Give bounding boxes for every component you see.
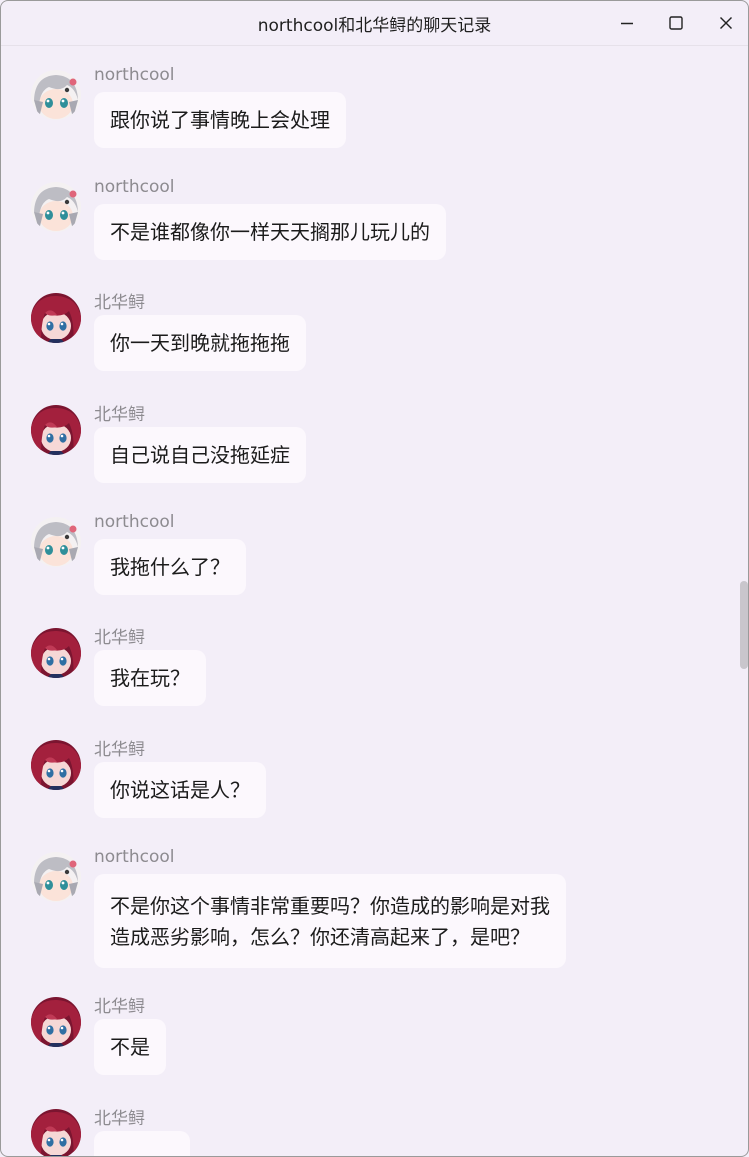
avatar[interactable]: [31, 852, 81, 902]
close-button[interactable]: [703, 1, 748, 45]
sender-name: northcool: [94, 512, 175, 532]
maximize-icon: [669, 16, 683, 30]
anime-avatar-red-hair-icon: [31, 405, 81, 455]
sender-name: 北华鲟: [94, 628, 145, 648]
sender-name: northcool: [94, 65, 175, 85]
avatar[interactable]: [31, 1109, 81, 1156]
message-bubble[interactable]: 跟你说了事情晚上会处理: [94, 92, 346, 148]
anime-avatar-silver-hair-icon: [31, 852, 81, 902]
sender-name: 北华鲟: [94, 293, 145, 313]
message-bubble[interactable]: 你说这话是人？: [94, 762, 266, 818]
sender-name: 北华鲟: [94, 1109, 145, 1129]
minimize-icon: [621, 22, 633, 25]
message-list[interactable]: northcool 跟你说了事情晚上会处理 northcool 不是谁都像你一样…: [1, 46, 748, 1156]
avatar[interactable]: [31, 517, 81, 567]
message-bubble[interactable]: 不是: [94, 1019, 166, 1075]
avatar[interactable]: [31, 405, 81, 455]
minimize-button[interactable]: [604, 1, 650, 45]
anime-avatar-red-hair-icon: [31, 628, 81, 678]
maximize-button[interactable]: [653, 1, 699, 45]
message-bubble[interactable]: 你一天到晚就拖拖拖: [94, 315, 306, 371]
message-line: 不是你这个事情非常重要吗？你造成的影响是对我: [110, 894, 550, 918]
anime-avatar-red-hair-icon: [31, 1109, 81, 1156]
anime-avatar-silver-hair-icon: [31, 182, 81, 232]
message-bubble[interactable]: 我拖什么了？: [94, 539, 246, 595]
avatar[interactable]: [31, 293, 81, 343]
close-icon: [720, 17, 732, 29]
avatar[interactable]: [31, 70, 81, 120]
message-bubble[interactable]: 我在玩？: [94, 650, 206, 706]
message-bubble[interactable]: 不是你这个事情非常重要吗？你造成的影响是对我 造成恶劣影响，怎么？你还清高起来了…: [94, 874, 566, 968]
sender-name: 北华鲟: [94, 405, 145, 425]
avatar[interactable]: [31, 997, 81, 1047]
sender-name: 北华鲟: [94, 740, 145, 760]
anime-avatar-silver-hair-icon: [31, 517, 81, 567]
scrollbar-thumb[interactable]: [740, 581, 748, 669]
message-bubble[interactable]: 不是谁都像你一样天天搁那儿玩儿的: [94, 204, 446, 260]
message-bubble[interactable]: 自己说自己没拖延症: [94, 427, 306, 483]
sender-name: northcool: [94, 177, 175, 197]
chat-window: northcool和北华鲟的聊天记录 northcool 跟你说了事情晚上会处理…: [0, 0, 749, 1157]
avatar[interactable]: [31, 740, 81, 790]
anime-avatar-red-hair-icon: [31, 997, 81, 1047]
message-line: 造成恶劣影响，怎么？你还清高起来了，是吧？: [110, 925, 530, 949]
sender-name: northcool: [94, 847, 175, 867]
title-bar[interactable]: northcool和北华鲟的聊天记录: [1, 1, 748, 46]
anime-avatar-red-hair-icon: [31, 740, 81, 790]
message-bubble[interactable]: [94, 1131, 190, 1156]
anime-avatar-red-hair-icon: [31, 293, 81, 343]
anime-avatar-silver-hair-icon: [31, 70, 81, 120]
avatar[interactable]: [31, 182, 81, 232]
avatar[interactable]: [31, 628, 81, 678]
sender-name: 北华鲟: [94, 997, 145, 1017]
